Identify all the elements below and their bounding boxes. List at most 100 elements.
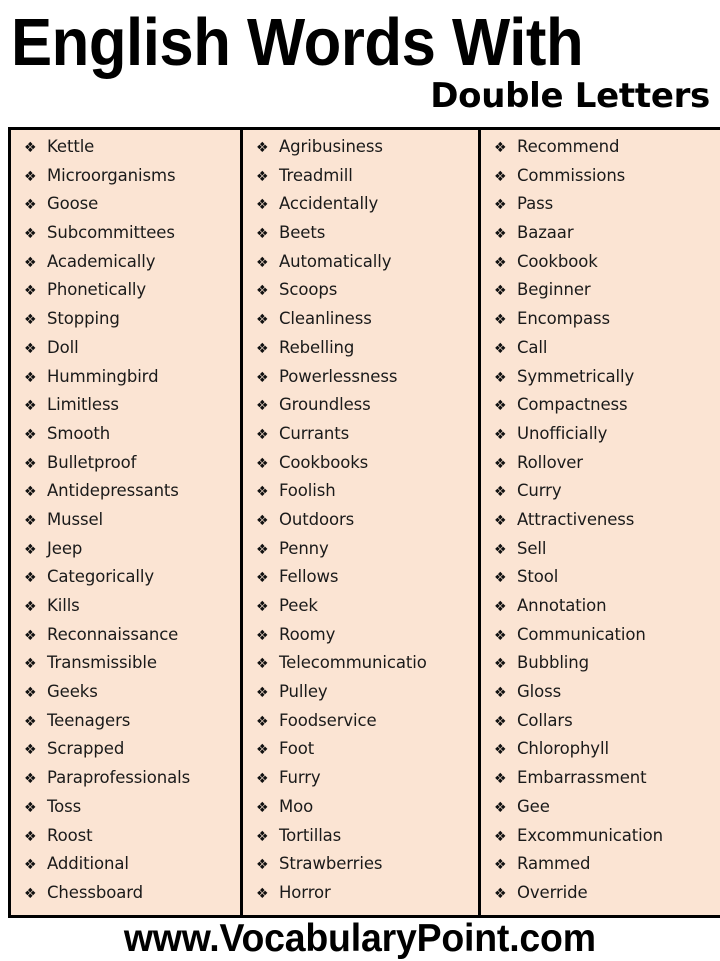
word-list-item: ❖ Outdoors <box>243 512 478 541</box>
word-label: Roomy <box>279 626 336 644</box>
footer-website-url[interactable]: www.VocabularyPoint.com <box>124 917 596 961</box>
word-label: Bubbling <box>517 655 590 673</box>
word-list-item: ❖ Stopping <box>11 311 240 340</box>
diamond-bullet-icon: ❖ <box>256 340 269 357</box>
diamond-bullet-icon: ❖ <box>494 828 507 845</box>
page-footer: www.VocabularyPoint.com <box>0 917 720 961</box>
word-list-item: ❖ Cookbook <box>481 254 720 283</box>
word-list-item: ❖ Stool <box>481 569 720 598</box>
diamond-bullet-icon: ❖ <box>494 455 507 472</box>
diamond-bullet-icon: ❖ <box>24 656 37 673</box>
word-list-item: ❖ Rammed <box>481 856 720 885</box>
word-list-item: ❖ Embarrassment <box>481 770 720 799</box>
word-list-item: ❖ Override <box>481 885 720 914</box>
word-label: Gee <box>517 798 550 816</box>
word-list-item: ❖ Microorganisms <box>11 168 240 197</box>
diamond-bullet-icon: ❖ <box>494 799 507 816</box>
diamond-bullet-icon: ❖ <box>494 742 507 759</box>
word-label: Chlorophyll <box>517 741 609 759</box>
diamond-bullet-icon: ❖ <box>256 627 269 644</box>
word-label: Moo <box>279 798 314 816</box>
diamond-bullet-icon: ❖ <box>494 541 507 558</box>
diamond-bullet-icon: ❖ <box>494 340 507 357</box>
word-list-item: ❖ Beginner <box>481 282 720 311</box>
word-list-item: ❖ Strawberries <box>243 856 478 885</box>
diamond-bullet-icon: ❖ <box>24 627 37 644</box>
word-label: Stopping <box>47 311 120 329</box>
word-label: Outdoors <box>279 511 355 529</box>
word-list-item: ❖ Additional <box>11 856 240 885</box>
word-label: Currants <box>279 425 350 443</box>
word-label: Automatically <box>279 253 392 271</box>
word-label: Mussel <box>47 511 104 529</box>
word-list-item: ❖ Geeks <box>11 684 240 713</box>
word-list-item: ❖ Agribusiness <box>243 139 478 168</box>
word-label: Reconnaissance <box>47 626 179 644</box>
word-label: Kettle <box>47 139 95 156</box>
word-label: Beginner <box>517 282 591 300</box>
word-label: Bulletproof <box>47 454 137 472</box>
diamond-bullet-icon: ❖ <box>256 455 269 472</box>
diamond-bullet-icon: ❖ <box>24 857 37 874</box>
word-list-item: ❖ Phonetically <box>11 282 240 311</box>
diamond-bullet-icon: ❖ <box>24 570 37 587</box>
word-list-item: ❖ Moo <box>243 799 478 828</box>
word-label: Call <box>517 339 548 357</box>
diamond-bullet-icon: ❖ <box>256 168 269 185</box>
word-label: Embarrassment <box>517 770 647 788</box>
diamond-bullet-icon: ❖ <box>256 541 269 558</box>
word-label: Foodservice <box>279 712 377 730</box>
word-list-item: ❖ Foolish <box>243 483 478 512</box>
word-list-item: ❖ Tortillas <box>243 828 478 857</box>
word-label: Doll <box>47 339 79 357</box>
word-list-item: ❖ Paraprofessionals <box>11 770 240 799</box>
word-label: Beets <box>279 225 326 243</box>
word-list-item: ❖ Currants <box>243 426 478 455</box>
word-label: Excommunication <box>517 827 664 845</box>
word-list-item: ❖ Categorically <box>11 569 240 598</box>
word-list-item: ❖ Toss <box>11 799 240 828</box>
diamond-bullet-icon: ❖ <box>24 283 37 300</box>
diamond-bullet-icon: ❖ <box>494 570 507 587</box>
word-label: Toss <box>47 798 82 816</box>
diamond-bullet-icon: ❖ <box>24 455 37 472</box>
word-label: Additional <box>47 856 129 874</box>
diamond-bullet-icon: ❖ <box>494 627 507 644</box>
word-label: Recommend <box>517 139 620 156</box>
word-label: Telecommunicatio <box>279 655 427 673</box>
word-list-item: ❖ Transmissible <box>11 655 240 684</box>
word-label: Transmissible <box>47 655 157 673</box>
word-list-item: ❖ Scrapped <box>11 741 240 770</box>
word-list-item: ❖ Rollover <box>481 455 720 484</box>
word-label: Academically <box>47 253 156 271</box>
word-label: Symmetrically <box>517 368 635 386</box>
word-list-item: ❖ Symmetrically <box>481 369 720 398</box>
diamond-bullet-icon: ❖ <box>494 254 507 271</box>
diamond-bullet-icon: ❖ <box>494 140 507 156</box>
word-label: Cookbooks <box>279 454 369 472</box>
diamond-bullet-icon: ❖ <box>494 857 507 874</box>
diamond-bullet-icon: ❖ <box>24 168 37 185</box>
word-label: Scrapped <box>47 741 125 759</box>
word-label: Unofficially <box>517 425 608 443</box>
diamond-bullet-icon: ❖ <box>494 599 507 615</box>
diamond-bullet-icon: ❖ <box>256 140 269 156</box>
diamond-bullet-icon: ❖ <box>24 512 37 529</box>
word-list-item: ❖ Telecommunicatio <box>243 655 478 684</box>
word-label: Treadmill <box>279 167 353 185</box>
word-label: Accidentally <box>279 196 379 214</box>
word-list-item: ❖ Subcommittees <box>11 225 240 254</box>
word-list-item: ❖ Goose <box>11 196 240 225</box>
word-label: Commissions <box>517 167 626 185</box>
diamond-bullet-icon: ❖ <box>24 771 37 788</box>
diamond-bullet-icon: ❖ <box>256 197 269 214</box>
word-list-item: ❖ Annotation <box>481 598 720 627</box>
word-label: Encompass <box>517 311 611 329</box>
word-list-item: ❖ Reconnaissance <box>11 627 240 656</box>
word-list-item: ❖ Limitless <box>11 397 240 426</box>
word-list-item: ❖ Gee <box>481 799 720 828</box>
diamond-bullet-icon: ❖ <box>24 426 37 443</box>
word-label: Fellows <box>279 569 339 587</box>
diamond-bullet-icon: ❖ <box>256 599 269 615</box>
word-list-item: ❖ Chlorophyll <box>481 741 720 770</box>
